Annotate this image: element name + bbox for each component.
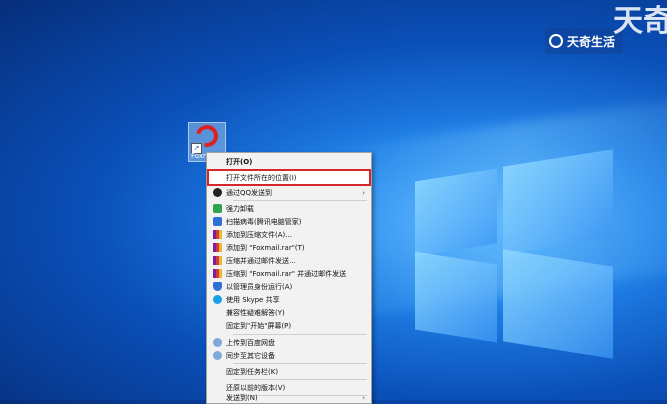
- menu-item-sync-devices[interactable]: 同步至其它设备: [209, 349, 369, 362]
- watermark-logo-icon: [549, 34, 563, 48]
- winrar-icon: [213, 256, 222, 265]
- shield-icon: [213, 282, 222, 291]
- menu-separator: [233, 363, 367, 364]
- winrar-icon: [213, 269, 222, 278]
- logo-pane-top-right: [503, 149, 613, 255]
- watermark: 天奇生活: [545, 28, 624, 54]
- menu-item-compress-foxmail-rar-and-email[interactable]: 压缩到 "Foxmail.rar" 并通过邮件发送: [209, 267, 369, 280]
- menu-item-scan-virus[interactable]: 扫描病毒(腾讯电脑管家): [209, 215, 369, 228]
- watermark-brand: 天奇生活: [567, 34, 616, 49]
- menu-item-open-file-location[interactable]: 打开文件所在的位置(I): [207, 169, 371, 186]
- sync-icon: [213, 351, 222, 360]
- menu-item-pin-to-taskbar[interactable]: 固定到任务栏(K): [209, 365, 369, 378]
- skype-icon: [213, 295, 222, 304]
- watermark-corner-text: 天奇: [613, 4, 667, 39]
- logo-pane-bottom-right: [503, 249, 613, 359]
- menu-item-open[interactable]: 打开(O): [209, 155, 369, 168]
- submenu-arrow-icon: ›: [362, 393, 365, 402]
- menu-separator: [233, 200, 367, 201]
- menu-item-compress-and-email[interactable]: 压缩并通过邮件发送...: [209, 254, 369, 267]
- menu-item-upload-baidu[interactable]: 上传到百度网盘: [209, 336, 369, 349]
- qq-icon: [213, 188, 222, 197]
- menu-item-add-to-archive[interactable]: 添加到压缩文件(A)...: [209, 228, 369, 241]
- uninstall-icon: [213, 204, 222, 213]
- scan-icon: [213, 217, 222, 226]
- submenu-arrow-icon: ›: [362, 188, 365, 197]
- menu-item-add-to-foxmail-rar[interactable]: 添加到 "Foxmail.rar"(T): [209, 241, 369, 254]
- menu-item-run-as-admin[interactable]: 以管理员身份运行(A): [209, 280, 369, 293]
- logo-pane-bottom-left: [415, 251, 497, 343]
- menu-item-pin-to-start[interactable]: 固定到"开始"屏幕(P): [209, 319, 369, 332]
- menu-separator: [233, 379, 367, 380]
- context-menu: 打开(O) 打开文件所在的位置(I) 通过QQ发送到 › 强力卸载 扫描病毒(腾…: [206, 152, 372, 404]
- menu-item-compatibility-troubleshoot[interactable]: 兼容性疑难解答(Y): [209, 306, 369, 319]
- menu-separator: [233, 334, 367, 335]
- winrar-icon: [213, 230, 222, 239]
- menu-item-send-via-qq[interactable]: 通过QQ发送到 ›: [209, 186, 369, 199]
- menu-item-force-uninstall[interactable]: 强力卸载: [209, 202, 369, 215]
- cloud-icon: [213, 338, 222, 347]
- logo-pane-top-left: [415, 168, 497, 257]
- menu-item-send-to[interactable]: 发送到(N) ›: [209, 391, 369, 404]
- windows-logo-wallpaper: [405, 149, 635, 360]
- menu-item-share-skype[interactable]: 使用 Skype 共享: [209, 293, 369, 306]
- winrar-icon: [213, 243, 222, 252]
